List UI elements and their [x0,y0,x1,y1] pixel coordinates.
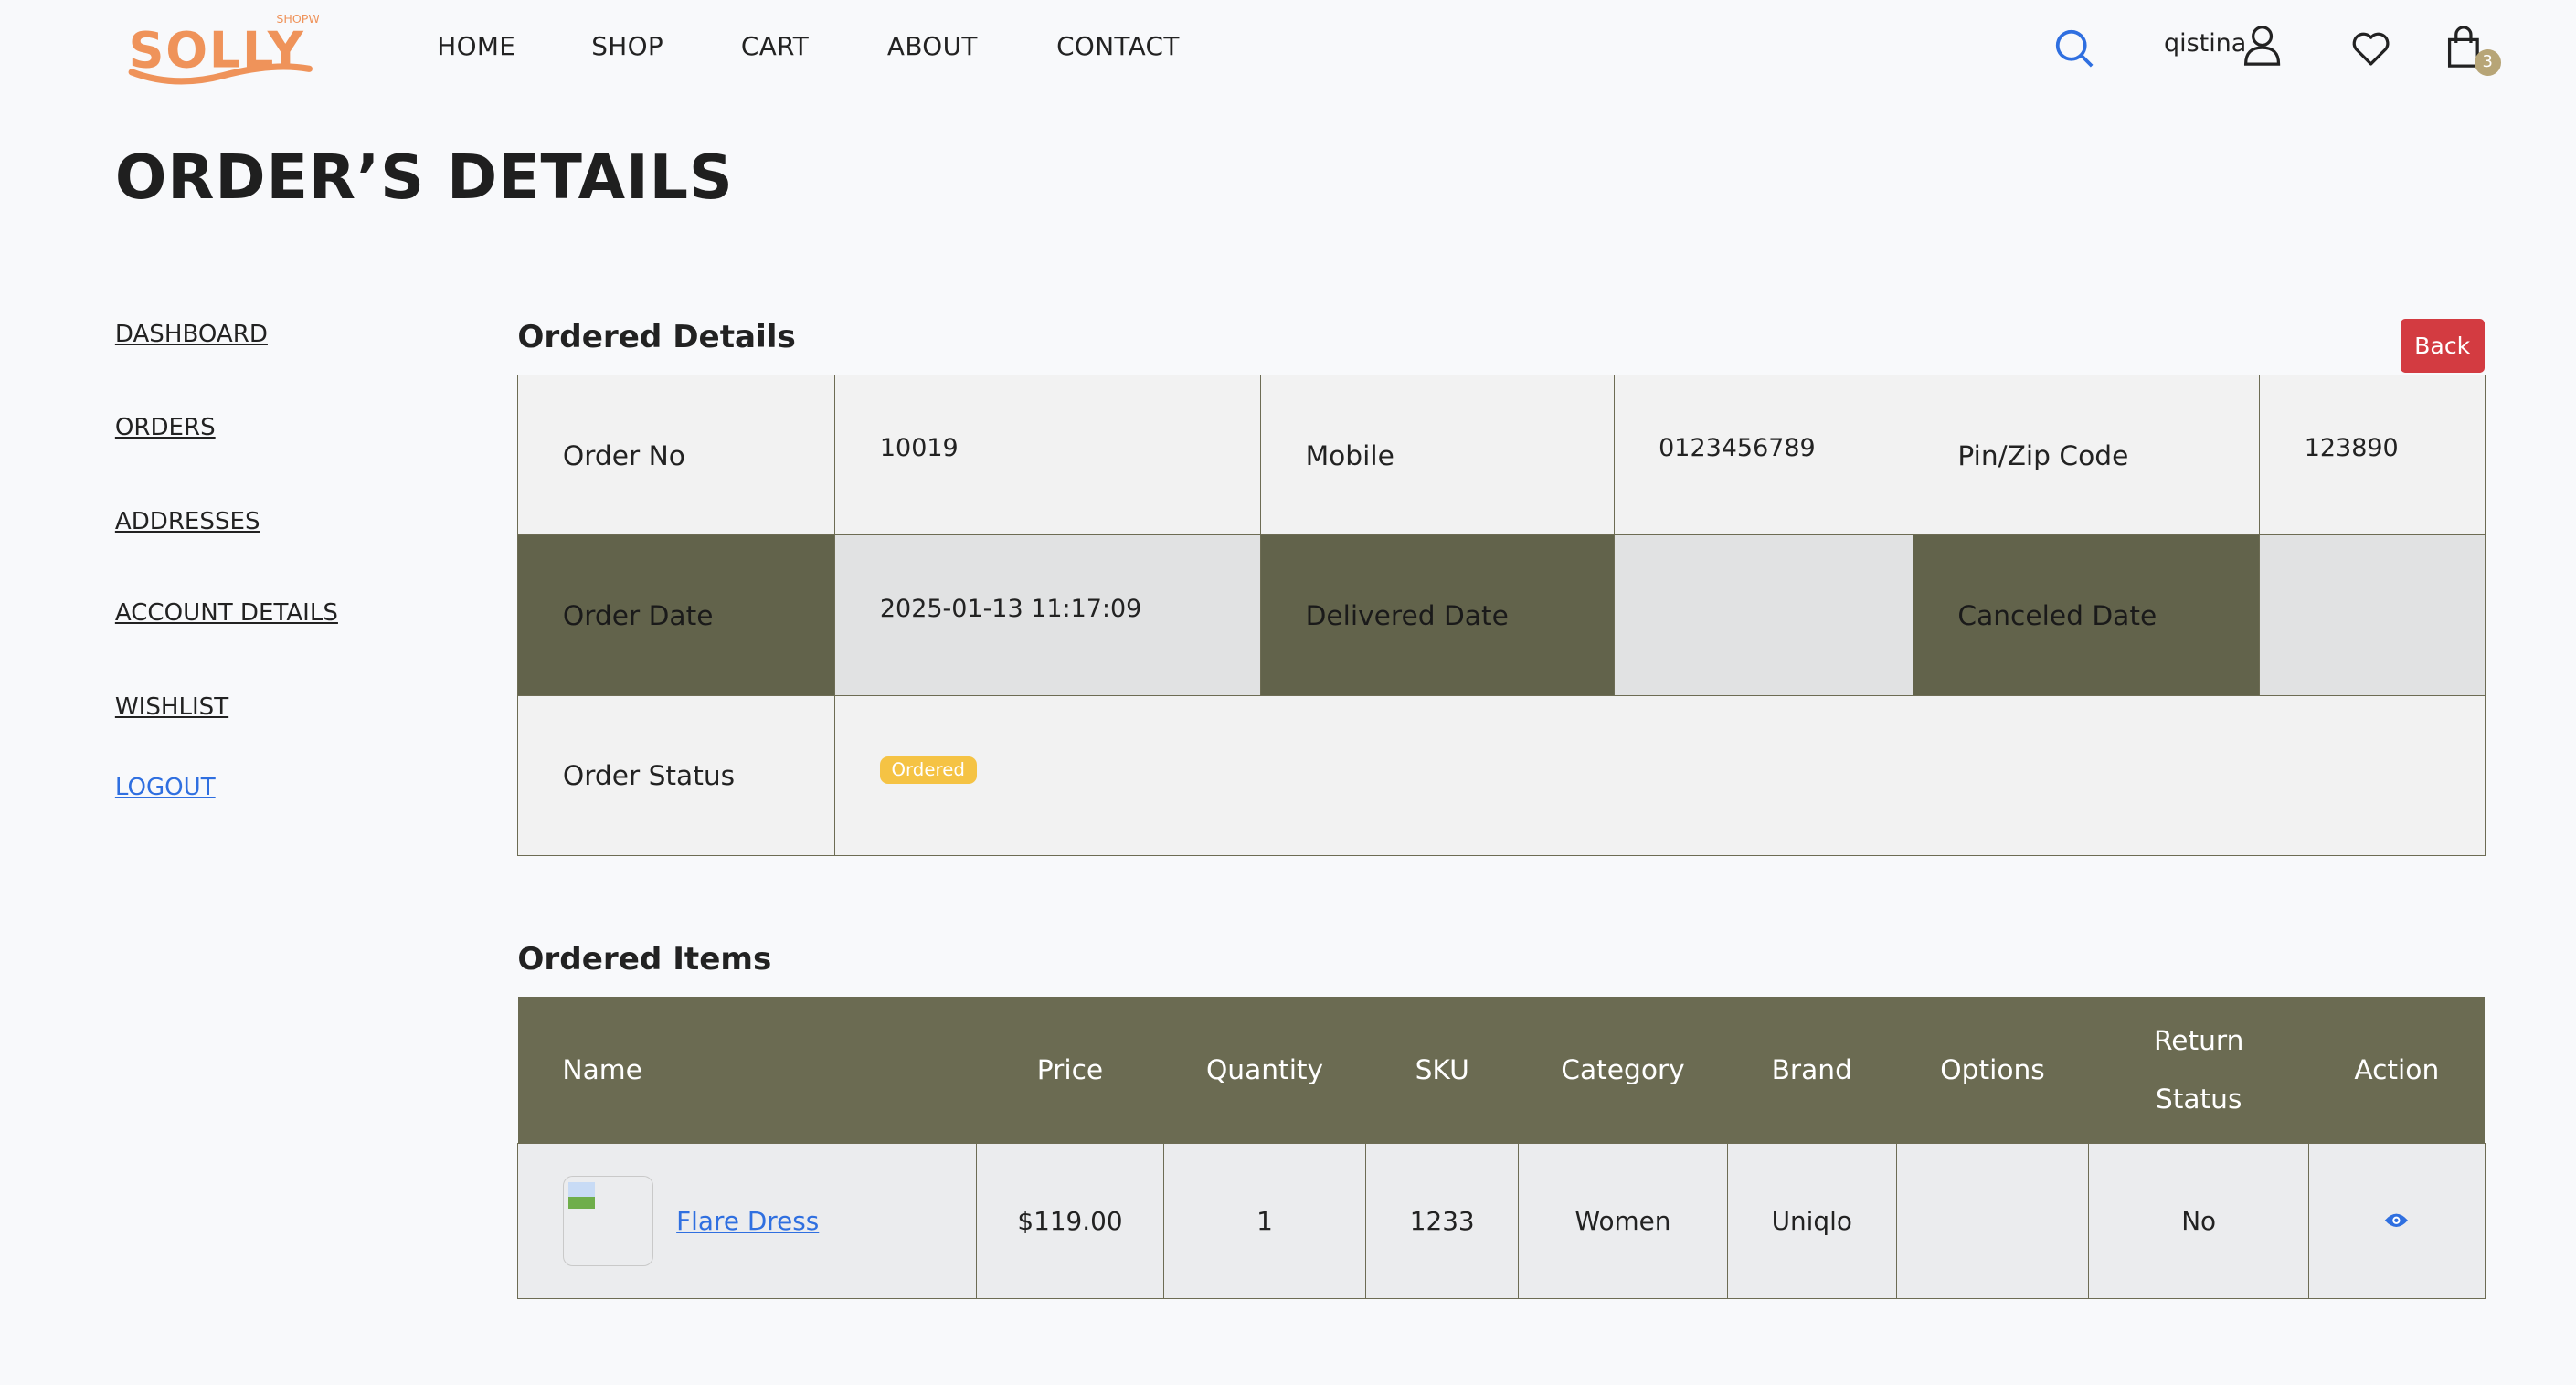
product-image[interactable] [562,1176,653,1267]
item-name-cell: Flare Dress [517,1143,977,1300]
order-details-table: Order No 10019 Mobile 0123456789 Pin/Zip… [517,374,2486,857]
table-row: Flare Dress $119.00 1 1233 Women Uniqlo … [517,1143,2486,1300]
search-icon[interactable] [2054,28,2095,69]
item-options [1895,1143,2090,1300]
delivered-date-label: Delivered Date [1260,534,1615,696]
canceled-date-label: Canceled Date [1912,534,2261,696]
mobile-value: 0123456789 [1613,374,1913,536]
cart-count-badge: 3 [2474,48,2501,76]
ordered-details-heading: Ordered Details [517,318,796,355]
table-header-row: Name Price Quantity SKU Category Brand O… [517,997,2485,1144]
item-price: $119.00 [976,1143,1164,1300]
col-sku: SKU [1365,997,1519,1144]
user-icon[interactable] [2242,25,2282,68]
item-sku: 1233 [1365,1143,1520,1300]
delivered-date-value [1613,534,1913,696]
order-date-label: Order Date [517,534,836,696]
col-action: Action [2308,997,2485,1144]
canceled-date-value [2259,534,2486,696]
order-date-value: 2025-01-13 11:17:09 [834,534,1262,696]
sidebar-item-account-details[interactable]: ACCOUNT DETAILS [115,599,338,627]
item-brand: Uniqlo [1726,1143,1897,1300]
col-name: Name [517,997,977,1144]
col-quantity: Quantity [1163,997,1366,1144]
order-status-label: Order Status [517,694,836,857]
nav-contact[interactable]: CONTACT [1056,31,1180,61]
nav-home[interactable]: HOME [437,31,515,61]
page-title: ORDER’S DETAILS [114,141,734,213]
col-price: Price [976,997,1164,1144]
ordered-items-table: Name Price Quantity SKU Category Brand O… [517,997,2486,1300]
item-action [2308,1143,2486,1300]
col-options: Options [1896,997,2089,1144]
svg-text:SHOPWE: SHOPWE [276,12,319,26]
col-return-status: Return Status [2088,997,2309,1144]
col-category: Category [1518,997,1728,1144]
nav-cart[interactable]: CART [741,31,809,61]
col-brand: Brand [1727,997,1897,1144]
heart-icon[interactable] [2351,31,2390,68]
solly-logo[interactable]: SOLLY SHOPWE [125,6,319,89]
order-status-badge: Ordered [879,756,977,785]
username[interactable]: qistina [2164,29,2246,58]
nav-shop[interactable]: SHOP [591,31,663,61]
sidebar-item-wishlist[interactable]: WISHLIST [115,693,228,721]
order-no-value: 10019 [834,374,1262,536]
order-status-cell: Ordered [834,694,2486,857]
sidebar-item-orders[interactable]: ORDERS [115,414,216,441]
sidebar-item-dashboard[interactable]: DASHBOARD [115,321,268,348]
mobile-label: Mobile [1260,374,1615,536]
item-category: Women [1518,1143,1728,1300]
item-quantity: 1 [1162,1143,1367,1300]
sidebar-item-logout[interactable]: LOGOUT [115,774,216,801]
back-button[interactable]: Back [2400,318,2485,374]
order-no-label: Order No [517,374,836,536]
sidebar-item-addresses[interactable]: ADDRESSES [115,508,260,535]
svg-text:SOLLY: SOLLY [128,22,304,79]
ordered-items-heading: Ordered Items [517,941,772,978]
eye-icon[interactable] [2383,1211,2410,1231]
product-link[interactable]: Flare Dress [676,1206,819,1236]
zip-label: Pin/Zip Code [1912,374,2261,536]
nav-about[interactable]: ABOUT [887,31,978,61]
item-return-status: No [2088,1143,2310,1300]
zip-value: 123890 [2259,374,2486,536]
